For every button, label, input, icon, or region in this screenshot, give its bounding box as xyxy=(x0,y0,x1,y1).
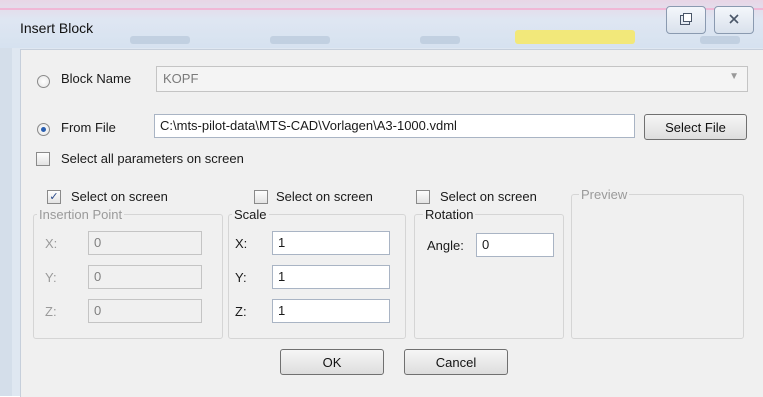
title-accent-line xyxy=(0,8,763,10)
scale-legend: Scale xyxy=(232,207,269,222)
background-ghost-tab xyxy=(270,36,330,44)
angle-input[interactable]: 0 xyxy=(476,233,554,257)
scale-select-on-screen-checkbox[interactable] xyxy=(254,190,268,204)
select-file-button[interactable]: Select File xyxy=(644,114,747,140)
rotation-legend: Rotation xyxy=(423,207,476,222)
ok-button[interactable]: OK xyxy=(280,349,384,375)
file-path-input[interactable]: C:\mts-pilot-data\MTS-CAD\Vorlagen\A3-10… xyxy=(154,114,635,138)
preview-legend: Preview xyxy=(579,187,630,202)
background-ghost-tab xyxy=(420,36,460,44)
insert-block-dialog: Insert Block Block Name KOPF ▼ From File… xyxy=(0,0,763,397)
scale-z-label: Z: xyxy=(235,304,247,319)
restore-icon xyxy=(679,12,693,29)
insertion-y-label: Y: xyxy=(45,270,57,285)
background-ghost-tab xyxy=(130,36,190,44)
insertion-select-on-screen-label: Select on screen xyxy=(71,189,168,204)
window-title: Insert Block xyxy=(20,20,94,36)
scale-y-label: Y: xyxy=(235,270,247,285)
close-button[interactable] xyxy=(714,6,754,34)
insertion-z-input[interactable]: 0 xyxy=(88,299,202,323)
chevron-down-icon: ▼ xyxy=(729,71,739,82)
rotation-select-on-screen-label: Select on screen xyxy=(440,189,537,204)
block-name-value: KOPF xyxy=(163,71,199,86)
block-name-label: Block Name xyxy=(61,71,132,86)
cancel-button[interactable]: Cancel xyxy=(404,349,508,375)
insertion-point-legend: Insertion Point xyxy=(37,207,125,222)
insertion-select-on-screen-checkbox[interactable]: ✓ xyxy=(47,190,61,204)
close-icon xyxy=(728,13,740,28)
dialog-body: Block Name KOPF ▼ From File C:\mts-pilot… xyxy=(20,49,763,397)
scale-select-on-screen-label: Select on screen xyxy=(276,189,373,204)
scale-z-input[interactable]: 1 xyxy=(272,299,390,323)
insertion-z-label: Z: xyxy=(45,304,57,319)
from-file-label: From File xyxy=(61,120,116,135)
select-all-params-checkbox[interactable] xyxy=(36,152,50,166)
preview-group xyxy=(571,194,744,339)
from-file-radio[interactable] xyxy=(37,123,50,136)
block-name-select[interactable]: KOPF ▼ xyxy=(156,66,748,92)
insertion-y-input[interactable]: 0 xyxy=(88,265,202,289)
scale-x-label: X: xyxy=(235,236,248,251)
scale-y-input[interactable]: 1 xyxy=(272,265,390,289)
background-ghost-highlight xyxy=(515,30,635,44)
insertion-x-label: X: xyxy=(45,236,58,251)
background-ghost-tab xyxy=(700,36,740,44)
angle-label: Angle: xyxy=(427,238,464,253)
rotation-select-on-screen-checkbox[interactable] xyxy=(416,190,430,204)
block-name-radio[interactable] xyxy=(37,75,50,88)
window-left-border xyxy=(0,48,12,396)
scale-x-input[interactable]: 1 xyxy=(272,231,390,255)
title-bar[interactable]: Insert Block xyxy=(0,0,763,48)
select-all-params-label: Select all parameters on screen xyxy=(61,151,244,166)
restore-button[interactable] xyxy=(666,6,706,34)
insertion-x-input[interactable]: 0 xyxy=(88,231,202,255)
